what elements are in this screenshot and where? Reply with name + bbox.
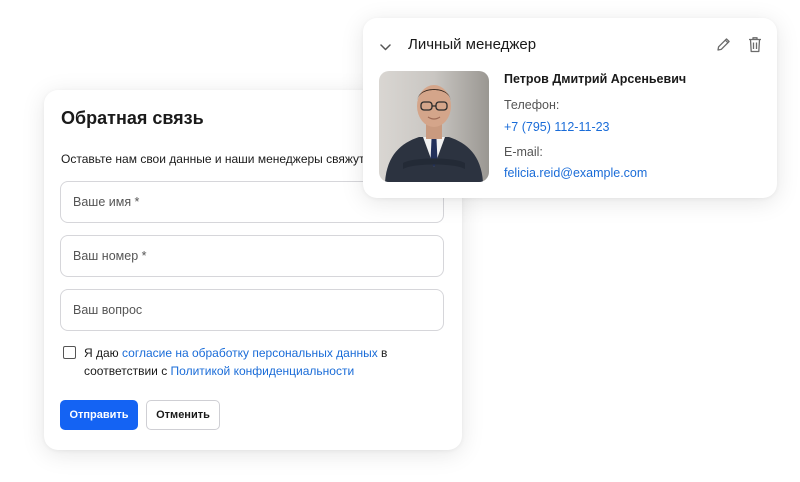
pencil-icon[interactable] [715, 36, 732, 53]
email-label: E-mail: [504, 145, 543, 159]
trash-icon[interactable] [747, 36, 763, 53]
question-input[interactable] [60, 289, 444, 331]
manager-photo [379, 71, 489, 182]
phone-input[interactable] [60, 235, 444, 277]
consent-checkbox[interactable] [63, 346, 76, 359]
form-title: Обратная связь [61, 108, 204, 128]
consent-text: Я даю согласие на обработку персональных… [84, 344, 414, 380]
consent-link[interactable]: согласие на обработку персональных данны… [122, 346, 378, 360]
privacy-policy-link[interactable]: Политикой конфиденциальности [171, 364, 355, 378]
manager-phone-link[interactable]: +7 (795) 112-11-23 [504, 120, 610, 134]
manager-card-title: Личный менеджер [408, 36, 537, 53]
consent-prefix: Я даю [84, 346, 123, 360]
cancel-button[interactable]: Отменить [146, 400, 220, 430]
chevron-down-icon[interactable] [379, 39, 392, 51]
manager-name: Петров Дмитрий Арсеньевич [504, 72, 687, 86]
phone-label: Телефон: [504, 98, 560, 112]
submit-button[interactable]: Отправить [60, 400, 138, 430]
manager-email-link[interactable]: felicia.reid@example.com [504, 166, 647, 180]
personal-manager-card: Личный менеджер Петров Дмитрий Арсеньеви… [363, 18, 777, 198]
